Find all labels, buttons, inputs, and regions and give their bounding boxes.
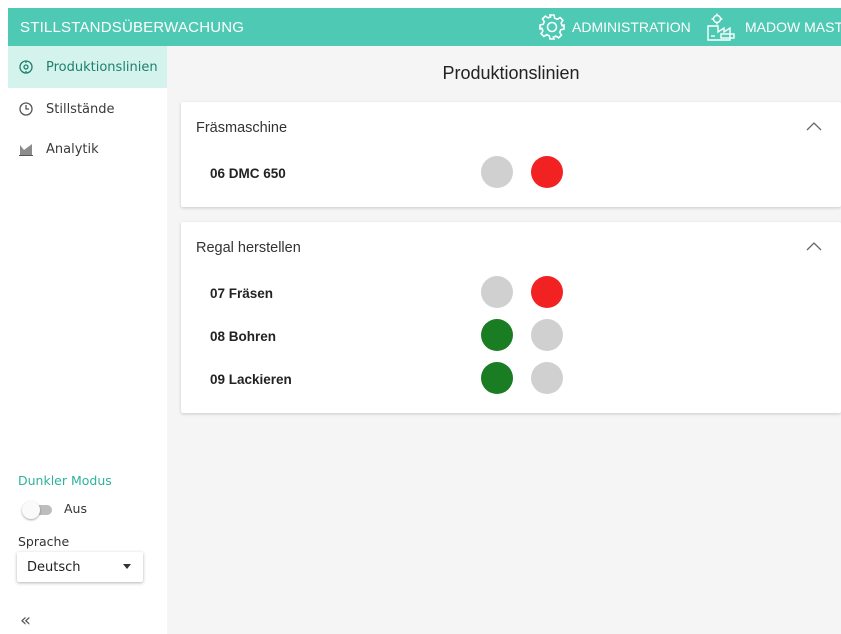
status-light — [531, 156, 563, 188]
group-title: Regal herstellen — [196, 240, 301, 256]
production-line-icon — [18, 59, 34, 75]
status-light — [531, 362, 563, 394]
sidebar-item-stillstaende[interactable]: Stillstände — [8, 88, 167, 130]
chevron-up-icon[interactable] — [805, 120, 823, 132]
machine-row[interactable]: 07 Fräsen — [181, 276, 841, 310]
clock-icon — [18, 101, 34, 117]
page-title: Produktionslinien — [442, 63, 580, 83]
administration-button[interactable]: ADMINISTRATION — [537, 8, 691, 46]
sidebar-item-analytik[interactable]: Analytik — [8, 128, 167, 170]
status-light — [481, 362, 513, 394]
language-select[interactable]: Deutsch — [17, 552, 143, 582]
machine-row[interactable]: 08 Bohren — [181, 319, 841, 353]
app-bar: STILLSTANDSÜBERWACHUNG ADMINISTRATION MA… — [8, 8, 841, 46]
user-button[interactable]: MADOW MASTER — [705, 8, 841, 46]
group-card-fraesmaschine: Fräsmaschine 06 DMC 650 — [181, 102, 841, 207]
administration-label: ADMINISTRATION — [572, 19, 691, 35]
machine-row[interactable]: 09 Lackieren — [181, 362, 841, 396]
user-label: MADOW MASTER — [745, 19, 841, 35]
chevron-up-icon[interactable] — [805, 240, 823, 252]
machine-row[interactable]: 06 DMC 650 — [181, 156, 841, 190]
main-content: Produktionslinien Fräsmaschine 06 DMC 65… — [167, 46, 841, 634]
dark-mode-state: Aus — [64, 501, 87, 516]
group-card-regal-herstellen: Regal herstellen 07 Fräsen 08 Bohren 09 … — [181, 222, 841, 413]
gear-icon — [539, 14, 565, 40]
machine-name: 08 Bohren — [210, 329, 277, 344]
language-value: Deutsch — [27, 559, 81, 575]
group-header[interactable]: Regal herstellen — [181, 222, 841, 274]
sidebar-item-label: Analytik — [46, 141, 99, 157]
sidebar-item-produktionslinien[interactable]: Produktionslinien — [8, 46, 167, 88]
chart-icon — [18, 141, 34, 157]
dark-mode-label: Dunkler Modus — [18, 473, 112, 488]
status-light — [481, 156, 513, 188]
status-light — [481, 276, 513, 308]
caret-down-icon — [123, 564, 131, 569]
toggle-knob — [22, 501, 40, 519]
collapse-sidebar-button[interactable]: « — [20, 610, 31, 631]
dark-mode-toggle[interactable] — [22, 501, 54, 519]
app-title: STILLSTANDSÜBERWACHUNG — [20, 19, 245, 36]
sidebar: Produktionslinien Stillstände Analytik D… — [8, 46, 167, 634]
machine-name: 06 DMC 650 — [210, 166, 286, 181]
status-light — [531, 319, 563, 351]
group-header[interactable]: Fräsmaschine — [181, 102, 841, 154]
status-light — [481, 319, 513, 351]
status-light — [531, 276, 563, 308]
language-label: Sprache — [18, 534, 70, 549]
machine-name: 09 Lackieren — [210, 372, 292, 387]
sidebar-item-label: Stillstände — [46, 101, 115, 117]
sidebar-item-label: Produktionslinien — [46, 59, 158, 75]
factory-icon — [707, 13, 735, 41]
group-title: Fräsmaschine — [196, 120, 288, 136]
machine-name: 07 Fräsen — [210, 286, 274, 301]
